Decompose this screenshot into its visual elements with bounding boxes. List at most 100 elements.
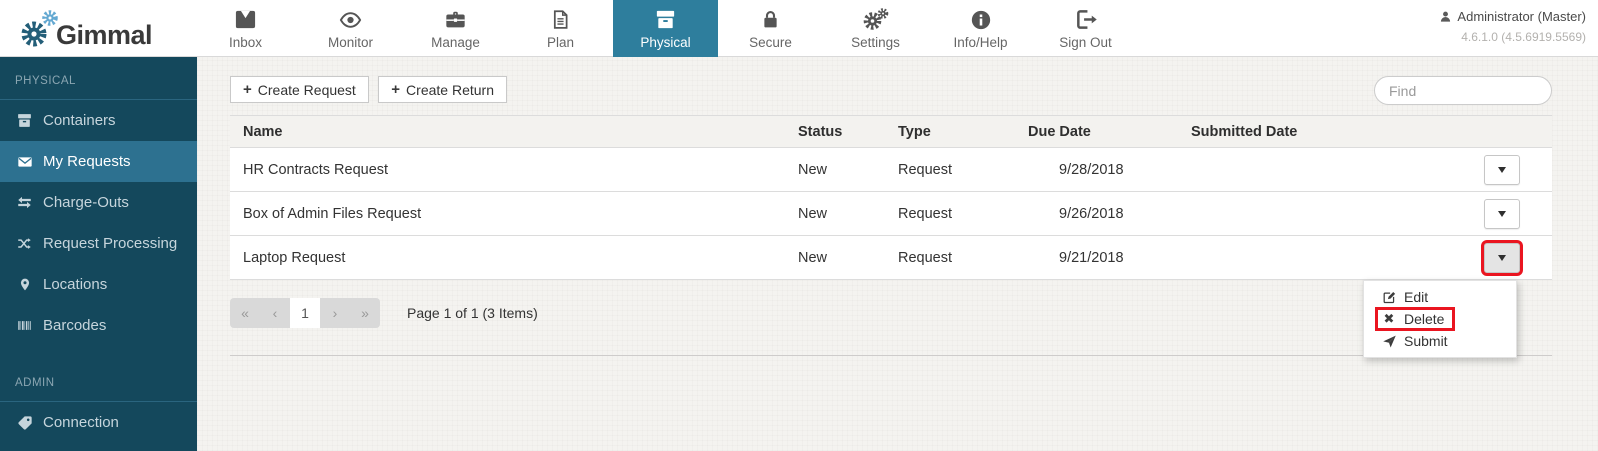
cell-due-date: 9/28/2018: [1015, 162, 1178, 178]
page-last-button[interactable]: »: [350, 298, 380, 328]
archive-box-icon: [15, 112, 34, 129]
column-header-submitted-date[interactable]: Submitted Date: [1178, 124, 1452, 140]
row-actions-dropdown-button[interactable]: [1484, 199, 1520, 229]
page-number-current[interactable]: 1: [290, 298, 320, 328]
sidebar: PHYSICAL Containers My Requests Charge-O…: [0, 57, 197, 451]
sidebar-item-my-requests[interactable]: My Requests: [0, 141, 197, 182]
cell-due-date: 9/21/2018: [1015, 250, 1178, 266]
find-input[interactable]: [1374, 76, 1552, 105]
sidebar-item-label: Locations: [43, 276, 107, 293]
cell-type: Request: [885, 162, 1015, 178]
sidebar-item-request-processing[interactable]: Request Processing: [0, 223, 197, 264]
nav-label: Inbox: [229, 35, 262, 50]
send-icon: [1381, 334, 1397, 349]
table-row[interactable]: Laptop Request New Request 9/21/2018: [230, 236, 1552, 280]
nav-label: Secure: [749, 35, 792, 50]
main-nav: Inbox Monitor Manage Plan: [193, 0, 1138, 57]
sidebar-gap: [0, 346, 197, 359]
map-pin-icon: [15, 276, 34, 293]
sidebar-item-label: Request Processing: [43, 235, 177, 252]
eye-icon: [338, 7, 363, 31]
nav-tab-inbox[interactable]: Inbox: [193, 0, 298, 57]
table-row[interactable]: HR Contracts Request New Request 9/28/20…: [230, 148, 1552, 192]
sidebar-item-barcodes[interactable]: Barcodes: [0, 305, 197, 346]
pagination-summary: Page 1 of 1 (3 Items): [407, 305, 538, 321]
cell-status: New: [785, 206, 885, 222]
menu-item-submit[interactable]: Submit: [1364, 330, 1516, 352]
page-first-button[interactable]: «: [230, 298, 260, 328]
tag-icon: [15, 415, 34, 431]
nav-label: Plan: [547, 35, 574, 50]
toolbar-buttons: + Create Request + Create Return: [230, 76, 512, 103]
page-next-button[interactable]: ›: [320, 298, 350, 328]
nav-tab-settings[interactable]: Settings: [823, 0, 928, 57]
briefcase-icon: [444, 7, 467, 31]
row-actions-dropdown-button-open-annotated[interactable]: [1484, 243, 1520, 273]
table-header-row: Name Status Type Due Date Submitted Date: [230, 115, 1552, 148]
table-row[interactable]: Box of Admin Files Request New Request 9…: [230, 192, 1552, 236]
column-header-status[interactable]: Status: [785, 124, 885, 140]
barcode-icon: [15, 318, 34, 333]
shuffle-icon: [15, 236, 34, 251]
cell-status: New: [785, 250, 885, 266]
cell-name: Laptop Request: [230, 250, 785, 266]
nav-tab-secure[interactable]: Secure: [718, 0, 823, 57]
sidebar-item-containers[interactable]: Containers: [0, 100, 197, 141]
app-root: Gimmal Inbox Monitor Manage: [0, 0, 1598, 451]
row-actions-menu: Edit ✖ Delete Submit: [1363, 280, 1517, 358]
cell-status: New: [785, 162, 885, 178]
menu-item-delete-annotated[interactable]: ✖ Delete: [1364, 308, 1516, 330]
nav-tab-sign-out[interactable]: Sign Out: [1033, 0, 1138, 57]
cell-type: Request: [885, 206, 1015, 222]
sign-out-icon: [1074, 7, 1098, 31]
menu-item-edit[interactable]: Edit: [1364, 286, 1516, 308]
sidebar-item-label: Containers: [43, 112, 116, 129]
sidebar-section-admin: ADMIN: [0, 359, 197, 401]
plus-icon: +: [243, 81, 252, 98]
sidebar-item-label: My Requests: [43, 153, 131, 170]
current-user[interactable]: Administrator (Master): [1439, 9, 1586, 24]
pager-buttons: « ‹ 1 › »: [230, 298, 380, 328]
gears-icon: [862, 7, 889, 31]
logo-text: Gimmal: [56, 20, 152, 51]
page-prev-button[interactable]: ‹: [260, 298, 290, 328]
red-annotation-box: ✖ Delete: [1375, 307, 1455, 331]
content-divider: [230, 355, 1552, 356]
edit-icon: [1381, 290, 1397, 305]
requests-table: Name Status Type Due Date Submitted Date…: [230, 115, 1552, 280]
sidebar-item-locations[interactable]: Locations: [0, 264, 197, 305]
cell-actions: [1452, 199, 1552, 229]
column-header-name[interactable]: Name: [230, 124, 785, 140]
nav-tab-manage[interactable]: Manage: [403, 0, 508, 57]
cell-name: Box of Admin Files Request: [230, 206, 785, 222]
plus-icon: +: [391, 81, 400, 98]
sidebar-item-label: Charge-Outs: [43, 194, 129, 211]
info-circle-icon: [970, 7, 992, 31]
nav-tab-info-help[interactable]: Info/Help: [928, 0, 1033, 57]
nav-tab-monitor[interactable]: Monitor: [298, 0, 403, 57]
nav-tab-physical[interactable]: Physical: [613, 0, 718, 57]
nav-tab-plan[interactable]: Plan: [508, 0, 613, 57]
column-header-type[interactable]: Type: [885, 124, 1015, 140]
sidebar-section-physical: PHYSICAL: [0, 57, 197, 99]
caret-down-icon: [1498, 255, 1506, 261]
cell-due-date: 9/26/2018: [1015, 206, 1178, 222]
create-request-button[interactable]: + Create Request: [230, 76, 369, 103]
sidebar-item-connection[interactable]: Connection: [0, 402, 197, 443]
envelope-icon: [15, 154, 34, 170]
sidebar-item-charge-outs[interactable]: Charge-Outs: [0, 182, 197, 223]
nav-label: Physical: [640, 35, 690, 50]
create-request-label: Create Request: [258, 82, 356, 98]
gimmal-logo: Gimmal: [14, 8, 152, 52]
cell-actions: [1452, 155, 1552, 185]
create-return-label: Create Return: [406, 82, 494, 98]
cell-type: Request: [885, 250, 1015, 266]
column-header-due-date[interactable]: Due Date: [1015, 124, 1178, 140]
nav-label: Manage: [431, 35, 480, 50]
archive-box-icon: [654, 7, 677, 31]
caret-down-icon: [1498, 167, 1506, 173]
app-version: 4.6.1.0 (4.5.6919.5569): [1439, 30, 1586, 44]
create-return-button[interactable]: + Create Return: [378, 76, 507, 103]
row-actions-dropdown-button[interactable]: [1484, 155, 1520, 185]
toolbar: + Create Request + Create Return: [230, 76, 1552, 105]
